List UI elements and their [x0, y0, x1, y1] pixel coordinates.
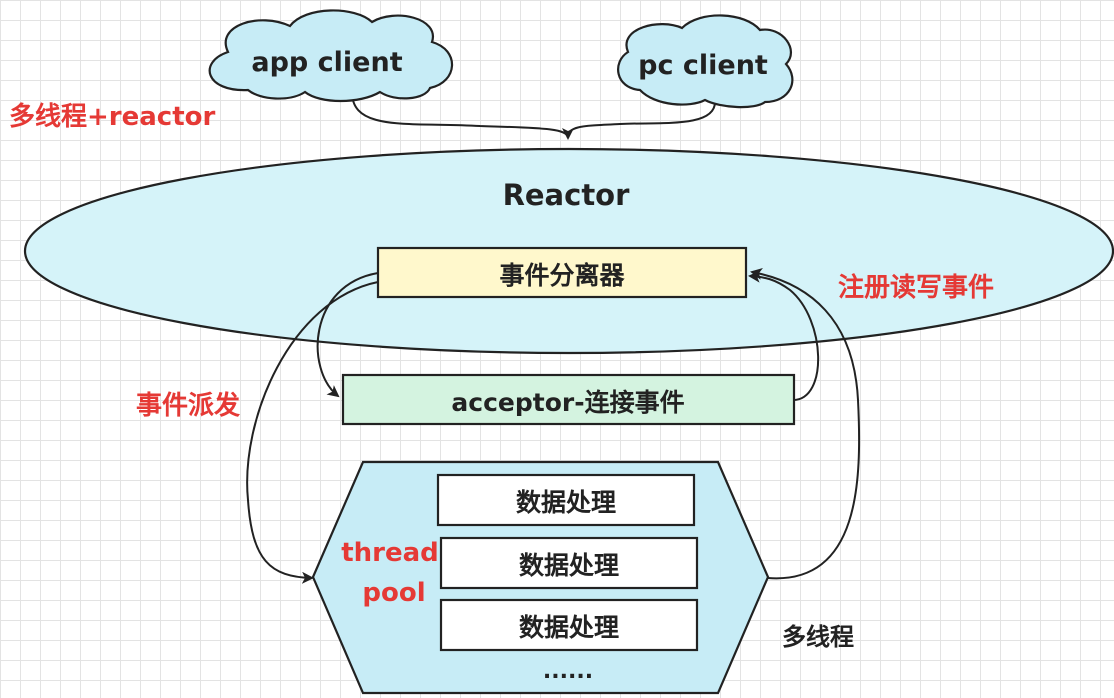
title-label: 多线程+reactor: [9, 102, 215, 132]
register-events-label: 注册读写事件: [838, 272, 994, 303]
multithread-label: 多线程: [782, 623, 854, 651]
worker-label: 数据处理: [516, 488, 616, 517]
worker-label: 数据处理: [519, 613, 619, 642]
thread-pool-label: thread: [341, 538, 439, 568]
dispatch-events-label: 事件派发: [136, 390, 240, 421]
app-client-to-reactor-arrow: [351, 91, 574, 140]
thread-pool-label-line2: pool: [362, 578, 425, 608]
worker-ellipsis: ......: [543, 659, 593, 684]
reactor-label: Reactor: [503, 178, 631, 212]
acceptor-label: acceptor-连接事件: [451, 388, 684, 417]
pc-client-label: pc client: [638, 50, 768, 81]
reactor-diagram: Reactor 事件分离器 acceptor-连接事件 thread pool …: [9, 9, 1114, 695]
worker-label: 数据处理: [519, 551, 619, 580]
app-client-label: app client: [251, 47, 402, 78]
demultiplexer-label: 事件分离器: [499, 261, 625, 290]
pc-client-to-reactor-arrow: [567, 101, 716, 139]
